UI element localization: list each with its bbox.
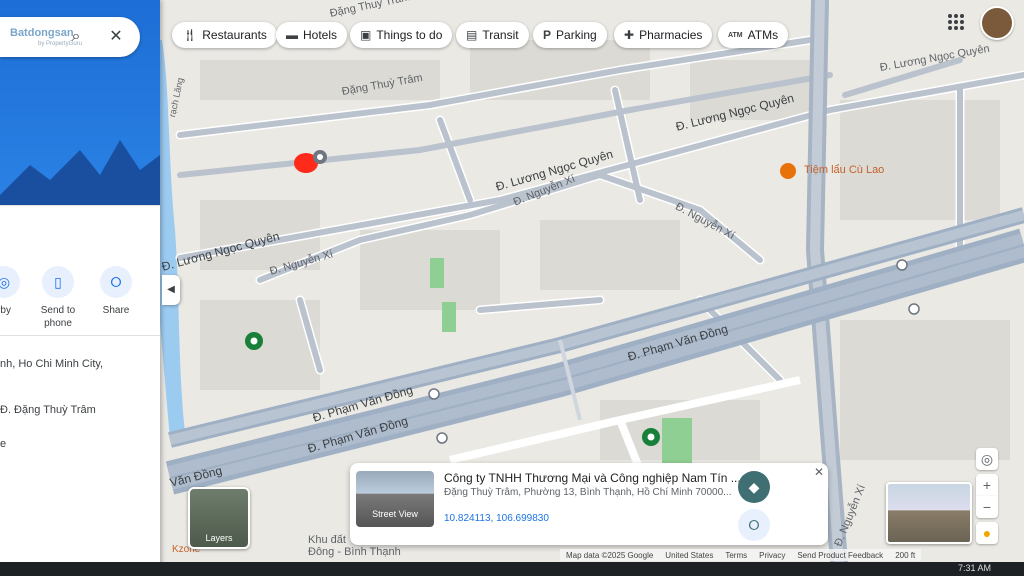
zoom-out-button[interactable]: − [976,496,998,518]
place-card[interactable]: Street View Công ty TNHH Thương Mại và C… [350,463,828,545]
search-box[interactable]: Batdongsan by PropertyGuru ⌕ ✕ [0,17,140,57]
chip-hotels[interactable]: ▬ Hotels [276,22,348,48]
terms-link[interactable]: Terms [725,551,747,560]
close-icon[interactable]: ✕ [814,465,824,479]
layers-label: Layers [205,533,233,543]
scale-label[interactable]: 200 ft [895,551,915,560]
bus-icon: ▤ [466,28,478,42]
chip-atms[interactable]: ATM ATMs [718,22,789,48]
place-panel: Batdongsan by PropertyGuru ⌕ ✕ ◎ rby ▯ S… [0,0,160,576]
poi-label[interactable]: Tiệm lẩu Cù Lao [804,164,884,176]
chip-restaurants[interactable]: 🍴︎ Restaurants [172,22,277,48]
pharmacy-icon: ✚ [624,28,635,42]
os-taskbar: 7:31 AM [0,562,1024,576]
account-avatar[interactable] [980,6,1014,40]
camera-icon: ▣ [360,28,372,42]
fork-knife-icon: 🍴︎ [182,28,198,42]
privacy-link[interactable]: Privacy [759,551,785,560]
zoom-in-button[interactable]: + [976,474,998,496]
chip-pharmacies[interactable]: ✚ Pharmacies [614,22,713,48]
chip-things-to-do[interactable]: ▣ Things to do [350,22,453,48]
chip-parking[interactable]: P Parking [533,22,607,48]
share-button[interactable]: ⭘ Share [96,266,136,317]
apps-grid-icon[interactable] [946,12,966,32]
clock: 7:31 AM [958,563,992,573]
place-title[interactable]: Công ty TNHH Thương Mại và Công nghiệp N… [444,471,741,485]
area-label: Đông - Bình Thạnh [308,546,401,558]
nearby-icon: ◎ [0,266,20,298]
my-location-icon[interactable]: ◎ [976,448,998,470]
atm-icon: ATM [728,31,743,39]
chip-transit[interactable]: ▤ Transit [456,22,529,48]
share-icon[interactable]: ⭘ [738,509,770,541]
share-icon: ⭘ [100,266,132,298]
feedback-link[interactable]: Send Product Feedback [797,551,883,560]
place-coordinates[interactable]: 10.824113, 106.699830 [444,513,549,524]
place-address: Đặng Thuỳ Trâm, Phường 13, Bình Thạnh, H… [444,487,732,498]
collapse-panel-button[interactable]: ◀ [162,275,180,305]
close-icon[interactable]: ✕ [106,27,126,47]
area-label: Khu đất [308,534,346,546]
parking-icon: P [543,28,552,42]
search-icon[interactable]: ⌕ [66,27,86,47]
directions-icon[interactable]: ◆ [738,471,770,503]
street-view-preview[interactable] [886,482,972,544]
info-fragment: e [0,438,7,450]
region-link[interactable]: United States [665,551,713,560]
map-footer: Map data ©2025 Google United States Term… [560,549,922,561]
phone-icon: ▯ [42,266,74,298]
bed-icon: ▬ [286,28,298,42]
address-text[interactable]: nh, Ho Chi Minh City, [0,358,103,370]
street-text[interactable]: Đ. Đặng Thuỳ Trâm [0,404,96,416]
nearby-button[interactable]: ◎ rby [0,266,24,317]
send-to-phone-button[interactable]: ▯ Send to phone [38,266,78,330]
pegman-icon[interactable]: ● [976,522,998,544]
brand-logo: Batdongsan [10,27,74,39]
street-view-label: Street View [372,509,418,519]
map-data-credit: Map data ©2025 Google [566,550,654,560]
layers-button[interactable]: Layers [188,487,250,549]
